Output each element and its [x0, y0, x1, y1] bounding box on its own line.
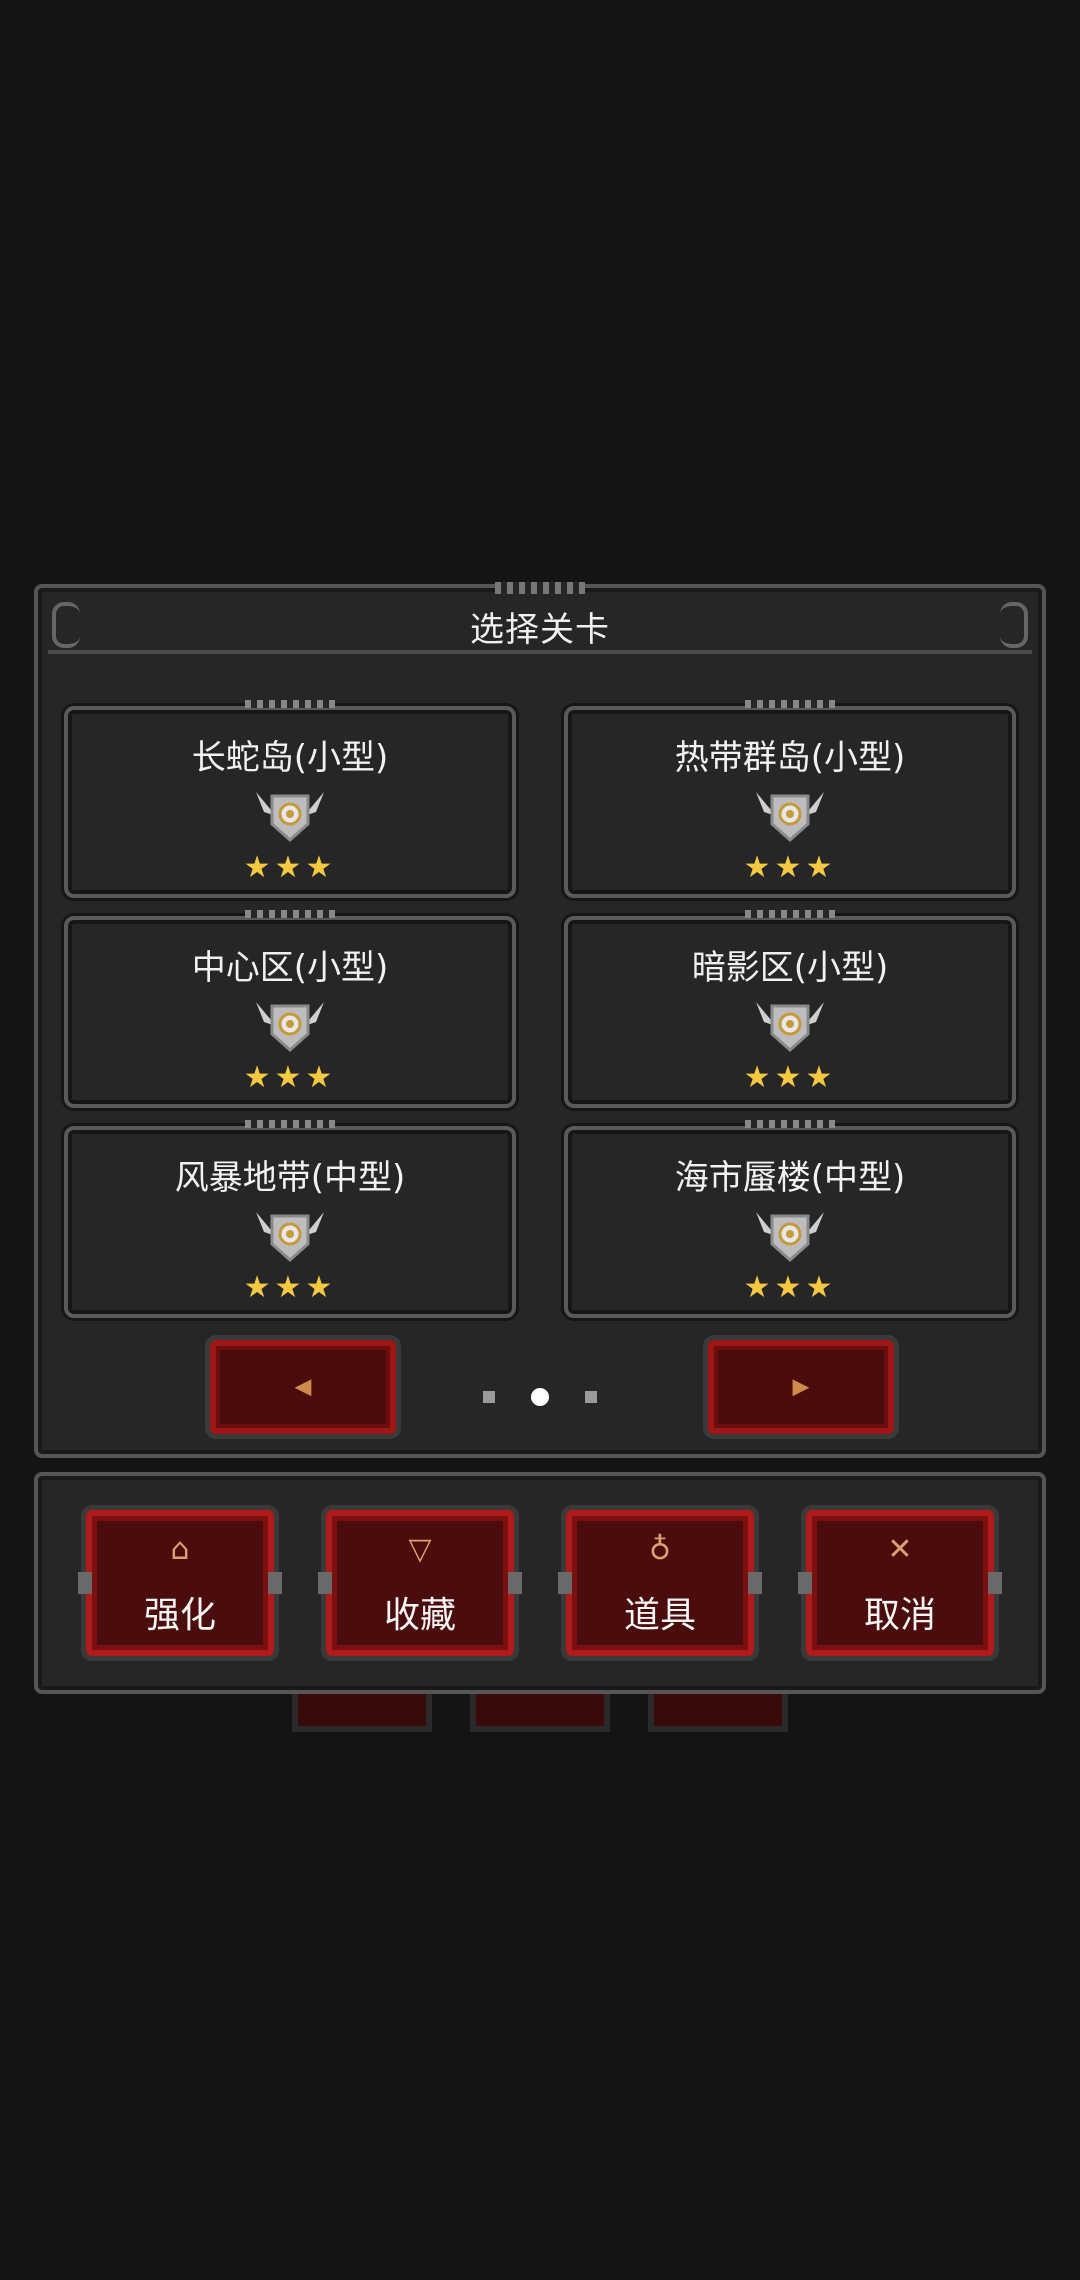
potion-icon: ♁ [649, 1532, 671, 1567]
level-grid: 长蛇岛(小型) ★★★ 热带群岛(小型) ★★★ 中心区(小型) ★★★ 暗影区… [64, 700, 1024, 1318]
next-page-button[interactable]: ▶ [708, 1340, 894, 1434]
star-rating: ★★★ [743, 850, 837, 885]
header-ornament [495, 582, 585, 594]
button-clasp [318, 1572, 332, 1594]
action-bar: ⌂ 强化 ▽ 收藏 ♁ 道具 ✕ 取消 [34, 1472, 1046, 1694]
upgrade-label: 强化 [143, 1595, 216, 1636]
card-ornament [745, 1120, 835, 1128]
star-rating: ★★★ [743, 1060, 837, 1095]
panel-header: 选择关卡 [48, 582, 1032, 654]
page-dot-active[interactable] [531, 1387, 549, 1406]
level-select-panel: 选择关卡 长蛇岛(小型) ★★★ 热带群岛(小型) ★★★ 中心区(小型) ★★… [34, 582, 1046, 1458]
star-rating: ★★★ [743, 1270, 837, 1305]
page-dot[interactable] [483, 1390, 495, 1403]
card-ornament [745, 910, 835, 918]
helmet-badge-icon [756, 792, 824, 843]
button-clasp [798, 1572, 812, 1594]
upgrade-icon: ⌂ [170, 1532, 190, 1567]
items-label: 道具 [623, 1595, 696, 1636]
upgrade-button[interactable]: ⌂ 强化 [78, 1510, 282, 1656]
level-name: 风暴地带(中型) [174, 1158, 406, 1198]
items-button[interactable]: ♁ 道具 [558, 1510, 762, 1656]
level-name: 热带群岛(小型) [674, 738, 906, 778]
collection-button[interactable]: ▽ 收藏 [318, 1510, 522, 1656]
page-dot[interactable] [585, 1390, 597, 1403]
button-clasp [268, 1572, 282, 1594]
card-ornament [245, 1120, 335, 1128]
panel-title: 选择关卡 [470, 610, 610, 650]
helmet-badge-icon [256, 1002, 324, 1053]
helmet-badge-icon [256, 1212, 324, 1263]
level-card[interactable]: 热带群岛(小型) ★★★ [564, 700, 1016, 898]
button-clasp [748, 1572, 762, 1594]
level-name: 暗影区(小型) [691, 948, 889, 988]
close-icon: ✕ [887, 1532, 913, 1567]
level-card[interactable]: 海市蜃楼(中型) ★★★ [564, 1120, 1016, 1318]
level-name: 海市蜃楼(中型) [674, 1158, 906, 1198]
button-clasp [558, 1572, 572, 1594]
button-clasp [508, 1572, 522, 1594]
level-card[interactable]: 暗影区(小型) ★★★ [564, 910, 1016, 1108]
helmet-badge-icon [756, 1212, 824, 1263]
button-clasp [988, 1572, 1002, 1594]
star-rating: ★★★ [243, 1270, 337, 1305]
level-card[interactable]: 风暴地带(中型) ★★★ [64, 1120, 516, 1318]
card-ornament [245, 910, 335, 918]
level-card[interactable]: 中心区(小型) ★★★ [64, 910, 516, 1108]
star-rating: ★★★ [243, 850, 337, 885]
card-ornament [245, 700, 335, 708]
button-clasp [78, 1572, 92, 1594]
cancel-label: 取消 [863, 1595, 936, 1636]
level-name: 长蛇岛(小型) [191, 738, 389, 778]
cancel-button[interactable]: ✕ 取消 [798, 1510, 1002, 1656]
helmet-badge-icon [756, 1002, 824, 1053]
arrow-right-icon: ▶ [792, 1374, 810, 1400]
collection-label: 收藏 [383, 1595, 456, 1636]
card-ornament [745, 700, 835, 708]
star-rating: ★★★ [243, 1060, 337, 1095]
goblet-icon: ▽ [408, 1532, 432, 1567]
level-name: 中心区(小型) [191, 948, 389, 988]
helmet-badge-icon [256, 792, 324, 843]
level-card[interactable]: 长蛇岛(小型) ★★★ [64, 700, 516, 898]
